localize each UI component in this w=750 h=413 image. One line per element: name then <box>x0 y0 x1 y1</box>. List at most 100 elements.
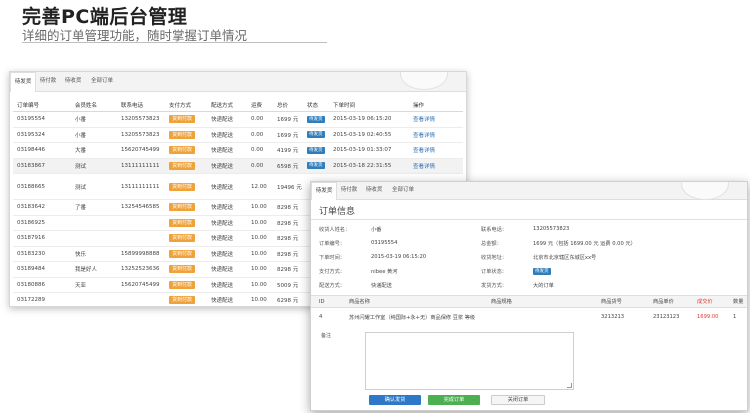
field-value: 北京市北京辖区东城区xx号 <box>533 255 597 261</box>
member-name: 测试 <box>71 173 117 200</box>
table-row: 4 苏州闪耀工作室（纯国际+永+无）商品保修 豆浆 等级 3213213 231… <box>311 308 747 327</box>
payment-cell: 货到付款 <box>165 142 207 159</box>
col-sku: 商品货号 <box>593 295 645 308</box>
col-quantity: 数量 <box>725 295 747 308</box>
field-value: 13205573823 <box>533 226 570 232</box>
phone: 13205573823 <box>117 111 165 128</box>
field-label: 总金额： <box>481 241 502 247</box>
delivery: 快递配送 <box>207 215 247 231</box>
freight: 12.00 <box>247 173 273 200</box>
pay-on-delivery-tag: 货到付款 <box>169 146 196 155</box>
tab-pending-receipt[interactable]: 待收货 <box>62 72 84 91</box>
phone <box>117 215 165 231</box>
phone <box>117 230 165 247</box>
phone: 13254546585 <box>117 199 165 216</box>
field-value: 03195554 <box>371 240 398 246</box>
col-total: 总价 <box>273 99 303 112</box>
tab-all-orders[interactable]: 全部订单 <box>88 72 116 91</box>
pay-on-delivery-tag: 货到付款 <box>169 265 196 274</box>
col-order-time: 下单时间 <box>329 99 409 112</box>
view-details-link[interactable]: 查看详情 <box>413 117 435 123</box>
field-member-name: 收货人姓名： 小番 <box>319 226 381 233</box>
status-badge: 待发货 <box>307 115 325 123</box>
view-details-link[interactable]: 查看详情 <box>413 133 435 139</box>
heading-divider <box>311 219 747 220</box>
pay-on-delivery-tag: 货到付款 <box>169 280 196 289</box>
table-row[interactable]: 03183867 测试 13111111111 货到付款 快递配送 0.00 6… <box>13 158 463 174</box>
col-freight: 运费 <box>247 99 273 112</box>
col-product-spec: 商品规格 <box>483 295 593 308</box>
payment-cell: 货到付款 <box>165 215 207 231</box>
payment-cell: 货到付款 <box>165 261 207 278</box>
member-name: 了番 <box>71 199 117 216</box>
phone: 15620745499 <box>117 142 165 159</box>
action-cell: 查看详情 <box>409 158 463 174</box>
tab-pending-shipment[interactable]: 待发货 <box>311 182 337 200</box>
order-id: 03187916 <box>13 230 71 247</box>
order-time: 2015-03-18 22:31:55 <box>329 158 409 174</box>
col-unit-price: 商品单价 <box>645 295 689 308</box>
field-label: 发货方式： <box>481 283 507 289</box>
pay-on-delivery-tag: 货到付款 <box>169 203 196 212</box>
order-id: 03188665 <box>13 173 71 200</box>
member-name: 天亚 <box>71 277 117 293</box>
col-order-id: 订单编号 <box>13 99 71 112</box>
view-details-link[interactable]: 查看详情 <box>413 148 435 154</box>
delivery: 快递配送 <box>207 142 247 159</box>
payment-cell: 货到付款 <box>165 230 207 247</box>
field-value: 1699 元（包括 1699.00 元 运费 0.00 元） <box>533 241 636 247</box>
pay-on-delivery-tag: 货到付款 <box>169 161 196 170</box>
field-order-time: 下单时间： 2015-03-19 06:15:20 <box>319 254 426 261</box>
freight: 10.00 <box>247 292 273 306</box>
order-list-tabbar: 待发货 待付款 待收货 全部订单 <box>10 72 466 92</box>
freight: 10.00 <box>247 230 273 247</box>
payment-cell: 货到付款 <box>165 246 207 262</box>
field-total: 总金额： 1699 元（包括 1699.00 元 运费 0.00 元） <box>481 240 636 247</box>
order-items-table: ID 商品名称 商品规格 商品货号 商品单价 成交价 数量 4 苏州闪耀工作室（… <box>311 295 747 326</box>
col-member-name: 会员姓名 <box>71 99 117 112</box>
phone: 15899998888 <box>117 246 165 262</box>
total: 6298 元 <box>273 292 303 306</box>
item-quantity: 1 <box>733 314 737 320</box>
status-badge: 待发货 <box>307 146 325 154</box>
freight: 0.00 <box>247 111 273 128</box>
order-id: 03198446 <box>13 142 71 159</box>
col-delivery: 配送方式 <box>207 99 247 112</box>
complete-order-button[interactable]: 完成订单 <box>428 395 480 405</box>
view-details-link[interactable]: 查看详情 <box>413 164 435 170</box>
delivery: 快递配送 <box>207 158 247 174</box>
order-info-heading: 订单信息 <box>319 207 356 217</box>
table-row[interactable]: 03198446 大番 15620745499 货到付款 快递配送 0.00 4… <box>13 142 463 159</box>
pay-on-delivery-tag: 货到付款 <box>169 182 196 191</box>
tab-all-orders[interactable]: 全部订单 <box>389 182 417 199</box>
remark-textarea[interactable] <box>365 332 574 390</box>
tab-pending-payment[interactable]: 待付款 <box>37 72 59 91</box>
order-time: 2015-03-19 06:15:20 <box>329 111 409 128</box>
order-id: 03195324 <box>13 127 71 143</box>
tab-pending-shipment[interactable]: 待发货 <box>10 72 36 92</box>
order-id: 03189484 <box>13 261 71 278</box>
delivery: 快递配送 <box>207 292 247 306</box>
field-status: 订单状态： 待发货 <box>481 268 551 275</box>
title-divider <box>22 42 327 43</box>
delivery: 快递配送 <box>207 173 247 200</box>
member-name: 小番 <box>71 127 117 143</box>
resize-handle-icon[interactable] <box>567 383 572 388</box>
field-address: 收货地址： 北京市北京辖区东城区xx号 <box>481 254 596 261</box>
item-unit-price: 23123123 <box>653 314 680 320</box>
confirm-shipment-button[interactable]: 确认发货 <box>369 395 421 405</box>
table-row[interactable]: 03195324 小番 13205573823 货到付款 快递配送 0.00 1… <box>13 127 463 143</box>
field-label: 联系电话： <box>481 227 507 233</box>
close-order-button[interactable]: 关闭订单 <box>491 395 545 405</box>
tab-pending-receipt[interactable]: 待收货 <box>363 182 385 199</box>
tab-pending-payment[interactable]: 待付款 <box>338 182 360 199</box>
payment-cell: 货到付款 <box>165 199 207 216</box>
order-id: 03183642 <box>13 199 71 216</box>
table-row[interactable]: 03195554 小番 13205573823 货到付款 快递配送 0.00 1… <box>13 111 463 128</box>
col-deal-price: 成交价 <box>689 295 725 308</box>
item-deal-price: 1699.00 <box>697 314 719 320</box>
total: 1699 元 <box>273 111 303 128</box>
freight: 0.00 <box>247 158 273 174</box>
order-id: 03183867 <box>13 158 71 174</box>
remark-label: 备注 <box>321 333 332 339</box>
